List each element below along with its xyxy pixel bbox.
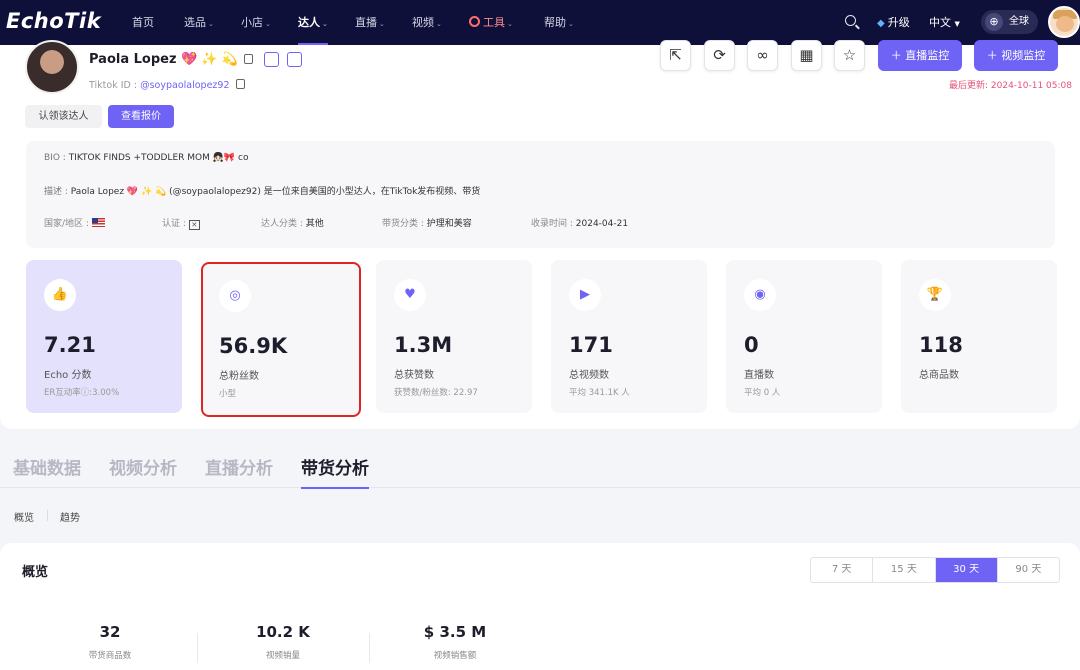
chevron-down-icon: ⌄ [265, 20, 271, 28]
videos-card[interactable]: ▶ 171 总视频数 平均 341.1K 人 [551, 260, 707, 413]
country: 国家/地区 : [44, 216, 105, 229]
live-monitor-button[interactable]: ＋ 直播监控 [878, 40, 962, 71]
stat-label: 总粉丝数 [219, 371, 259, 382]
nav-item-tools[interactable]: 工具 ⌄ [469, 0, 513, 45]
verification: 认证 : ✕ [162, 216, 200, 230]
trophy-icon: 🏆 [919, 279, 951, 311]
chevron-down-icon: ⌄ [507, 20, 513, 28]
indexed-date: 收录时间 : 2024-04-21 [531, 219, 629, 229]
nav-item-live[interactable]: 直播 ⌄ [355, 0, 385, 45]
analysis-tabs: 基础数据 视频分析 直播分析 带货分析 [0, 448, 1080, 489]
range-7-days[interactable]: 7 天 [811, 558, 874, 582]
claim-influencer-button[interactable]: 认领该达人 [25, 105, 102, 128]
tab-basic-data[interactable]: 基础数据 [13, 454, 81, 479]
tab-live-analysis[interactable]: 直播分析 [205, 454, 273, 479]
date-range-selector: 7 天 15 天 30 天 90 天 [810, 557, 1060, 583]
share-button[interactable]: ⇱ [660, 40, 691, 71]
shop-icon[interactable] [264, 52, 279, 67]
influencer-name: Paola Lopez 💖 ✨ 💫 [89, 52, 253, 67]
stat-value: 118 [919, 333, 963, 357]
search-icon[interactable] [845, 15, 856, 26]
products-card[interactable]: 🏆 118 总商品数 [901, 260, 1057, 413]
verified-icon: ✕ [188, 220, 200, 230]
overview-section: 概览 7 天 15 天 30 天 90 天 32 带货商品数 10.2 K 视频… [0, 543, 1080, 670]
nav-item-shops[interactable]: 小店 ⌄ [241, 0, 271, 45]
tiktok-id: Tiktok ID : @soypaolalopez92 [89, 79, 245, 91]
stat-label: 直播数 [744, 370, 774, 381]
nav-item-videos[interactable]: 视频 ⌄ [412, 0, 442, 45]
description: 描述 : Paola Lopez 💖 ✨ 💫 (@soypaolalopez92… [44, 187, 481, 197]
nav-item-influencers[interactable]: 达人 ⌄ [298, 0, 328, 45]
user-avatar[interactable] [1048, 6, 1080, 38]
overview-stat-video-sales: 10.2 K 视频销量 [256, 623, 310, 661]
stat-sub: 平均 0 人 [744, 388, 781, 398]
stat-label: 总获赞数 [394, 370, 434, 381]
chevron-down-icon: ⌄ [436, 20, 442, 28]
stat-sub: 小型 [219, 389, 237, 399]
overview-title: 概览 [22, 565, 49, 580]
stat-label: 总视频数 [569, 370, 609, 381]
last-updated: 最后更新: 2024-10-11 05:08 [949, 81, 1072, 91]
chevron-down-icon: ⌄ [322, 20, 328, 28]
chevron-down-icon: ⌄ [379, 20, 385, 28]
overview-stat-video-revenue: $ 3.5 M 视频销售额 [423, 623, 487, 661]
subtab-overview[interactable]: 概览 [14, 509, 34, 524]
influencer-info-box: BIO : TIKTOK FINDS +TODDLER MOM 👧🏻🎀 co 描… [26, 141, 1055, 248]
copy-icon[interactable] [243, 54, 253, 64]
copy-icon[interactable] [235, 79, 245, 89]
stat-value: 7.21 [44, 333, 96, 357]
link-button[interactable]: ∞ [747, 40, 778, 71]
goods-category: 带货分类 : 护理和美容 [382, 219, 472, 229]
qr-code-button[interactable]: ▦ [791, 40, 822, 71]
live-icon: ◉ [744, 279, 776, 311]
range-90-days[interactable]: 90 天 [998, 558, 1059, 582]
stat-value: 56.9K [219, 334, 288, 358]
nav-item-products[interactable]: 选品 ⌄ [184, 0, 214, 45]
video-monitor-button[interactable]: ＋ 视频监控 [974, 40, 1058, 71]
echo-score-card[interactable]: 👍 7.21 Echo 分数 ER互动率ⓘ:3.00% [26, 260, 182, 413]
us-flag-icon [91, 218, 105, 227]
globe-icon: ⊕ [985, 13, 1003, 31]
stat-value: 0 [744, 333, 759, 357]
favorite-button[interactable]: ☆ [834, 40, 865, 71]
stat-value: 171 [569, 333, 613, 357]
overview-stat-products: 32 带货商品数 [88, 623, 132, 661]
upgrade-button[interactable]: ◆ 升级 [877, 0, 910, 45]
nav-item-help[interactable]: 帮助 ⌄ [544, 0, 574, 45]
echotik-logo[interactable]: EchoTik [6, 9, 101, 33]
tab-sales-analysis[interactable]: 带货分析 [301, 454, 369, 489]
stat-sub: ER互动率ⓘ:3.00% [44, 388, 120, 398]
nav-item-home[interactable]: 首页 [132, 0, 154, 45]
stat-label: 总商品数 [919, 370, 959, 381]
divider [47, 510, 48, 521]
stat-sub: 平均 341.1K 人 [569, 388, 630, 398]
bio: BIO : TIKTOK FINDS +TODDLER MOM 👧🏻🎀 co [44, 153, 249, 163]
language-select[interactable]: 中文 ▼ [929, 0, 960, 45]
range-15-days[interactable]: 15 天 [873, 558, 936, 582]
followers-card[interactable]: ◎ 56.9K 总粉丝数 小型 [201, 262, 361, 417]
influencer-category: 达人分类 : 其他 [261, 219, 324, 229]
tab-video-analysis[interactable]: 视频分析 [109, 454, 177, 479]
stat-label: Echo 分数 [44, 370, 92, 381]
shop-link-icon[interactable] [287, 52, 302, 67]
refresh-button[interactable]: ⟳ [704, 40, 735, 71]
top-navbar: EchoTik 首页 选品 ⌄ 小店 ⌄ 达人 ⌄ 直播 ⌄ 视频 ⌄ 工具 ⌄ 帮助 ⌄ ◆… [0, 0, 1080, 45]
chevron-down-icon: ⌄ [208, 20, 214, 28]
tools-icon [469, 16, 480, 27]
thumbs-up-icon: 👍 [44, 279, 76, 311]
subtab-trend[interactable]: 趋势 [60, 509, 80, 524]
live-card[interactable]: ◉ 0 直播数 平均 0 人 [726, 260, 882, 413]
diamond-icon: ◆ [877, 18, 885, 29]
chevron-down-icon: ⌄ [568, 20, 574, 28]
view-quote-button[interactable]: 查看报价 [108, 105, 174, 128]
stat-sub: 获赞数/粉丝数: 22.97 [394, 388, 478, 398]
region-select[interactable]: ⊕ 全球 [981, 10, 1038, 34]
target-icon: ◎ [219, 280, 251, 312]
likes-card[interactable]: ♥ 1.3M 总获赞数 获赞数/粉丝数: 22.97 [376, 260, 532, 413]
range-30-days[interactable]: 30 天 [935, 558, 998, 582]
video-icon: ▶ [569, 279, 601, 311]
stat-value: 1.3M [394, 333, 453, 357]
heart-icon: ♥ [394, 279, 426, 311]
influencer-avatar [25, 40, 79, 94]
